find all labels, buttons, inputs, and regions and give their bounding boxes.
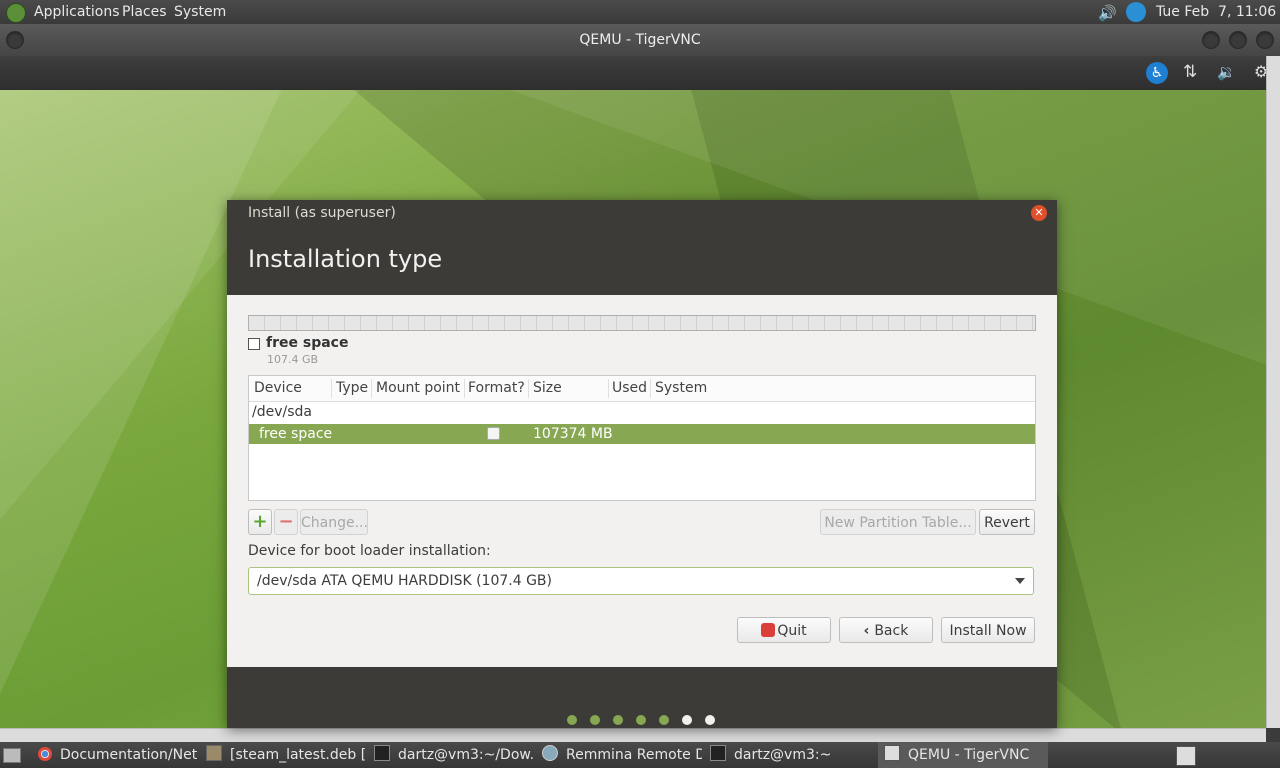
accessibility-icon[interactable]: ♿ — [1146, 62, 1168, 84]
show-desktop-icon[interactable] — [3, 748, 21, 763]
row-device: free space — [259, 426, 333, 442]
column-size[interactable]: Size — [533, 380, 562, 396]
table-header: Device Type Mount point Format? Size Use… — [249, 376, 1035, 402]
vscode-icon[interactable] — [1126, 2, 1146, 22]
volume-icon[interactable]: 🔉 — [1217, 63, 1236, 81]
format-checkbox[interactable] — [487, 427, 500, 440]
terminal-icon — [710, 745, 726, 761]
maximize-icon[interactable] — [1229, 31, 1247, 49]
quit-button[interactable]: Quit — [737, 617, 831, 643]
task-label: [steam_latest.deb [... — [230, 747, 366, 763]
horizontal-scrollbar[interactable] — [0, 728, 1266, 743]
task-label: dartz@vm3:~/Dow... — [398, 747, 534, 763]
column-separator — [371, 379, 372, 398]
close-icon[interactable] — [1256, 31, 1274, 49]
column-mount-point[interactable]: Mount point — [376, 380, 460, 396]
installer-dialog: Install (as superuser) ✕ Installation ty… — [227, 200, 1057, 728]
menu-places[interactable]: Places — [122, 4, 167, 20]
revert-button[interactable]: Revert — [979, 509, 1035, 535]
remote-top-bar: ♿ ⇅ 🔉 ⚙ — [0, 56, 1268, 90]
column-separator — [608, 379, 609, 398]
column-type[interactable]: Type — [336, 380, 368, 396]
terminal-icon — [374, 745, 390, 761]
mint-menu-icon[interactable] — [6, 3, 26, 23]
task-label: Documentation/Net... — [60, 747, 198, 763]
page-title: Installation type — [248, 245, 443, 273]
partition-bar — [248, 315, 1036, 331]
vnc-window-titlebar[interactable]: QEMU - TigerVNC — [0, 24, 1280, 56]
power-icon — [761, 623, 776, 637]
row-size: 107374 MB — [533, 426, 613, 442]
column-separator — [650, 379, 651, 398]
dialog-titlebar[interactable]: Install (as superuser) — [227, 200, 1057, 227]
remove-partition-button[interactable]: − — [274, 509, 298, 535]
column-device[interactable]: Device — [254, 380, 302, 396]
table-row[interactable]: /dev/sda — [249, 402, 1035, 423]
new-partition-table-button[interactable]: New Partition Table... — [820, 509, 976, 535]
progress-dot — [705, 715, 715, 725]
column-used[interactable]: Used — [612, 380, 647, 396]
archive-icon — [206, 745, 222, 761]
vnc-window-title: QEMU - TigerVNC — [579, 32, 701, 48]
chrome-icon — [38, 747, 52, 761]
minimize-icon[interactable] — [1202, 31, 1220, 49]
legend-label: free space — [266, 335, 349, 351]
task-label: dartz@vm3:~ — [734, 747, 832, 763]
task-tigervnc[interactable]: QEMU - TigerVNC — [878, 742, 1048, 768]
install-now-button[interactable]: Install Now — [941, 617, 1035, 643]
boot-loader-value: /dev/sda ATA QEMU HARDDISK (107.4 GB) — [257, 573, 552, 589]
table-row-selected[interactable]: free space 107374 MB — [249, 424, 1035, 444]
speaker-icon[interactable]: 🔊 — [1098, 4, 1117, 22]
boot-loader-label: Device for boot loader installation: — [248, 543, 491, 559]
add-partition-button[interactable]: + — [248, 509, 272, 535]
task-chrome[interactable]: Documentation/Net... — [38, 742, 198, 768]
change-button[interactable]: Change... — [300, 509, 368, 535]
progress-dot — [659, 715, 669, 725]
free-space-swatch — [248, 338, 260, 350]
column-system[interactable]: System — [655, 380, 707, 396]
column-separator — [528, 379, 529, 398]
chevron-left-icon: ‹ — [863, 623, 875, 639]
remmina-icon — [542, 745, 558, 761]
column-separator — [464, 379, 465, 398]
progress-dot — [636, 715, 646, 725]
menu-system[interactable]: System — [174, 4, 226, 20]
tigervnc-icon — [884, 745, 900, 761]
progress-dot — [567, 715, 577, 725]
tray-app-icon[interactable] — [1176, 746, 1196, 766]
close-icon[interactable]: ✕ — [1031, 205, 1047, 221]
task-terminal-downloads[interactable]: dartz@vm3:~/Dow... — [374, 742, 534, 768]
back-label: Back — [874, 623, 909, 639]
host-top-panel: Applications Places System 🔊 Tue Feb 7, … — [0, 0, 1280, 24]
back-button[interactable]: ‹ Back — [839, 617, 933, 643]
clock[interactable]: Tue Feb 7, 11:06 AM — [1156, 4, 1280, 20]
boot-loader-select[interactable]: /dev/sda ATA QEMU HARDDISK (107.4 GB) — [248, 567, 1034, 595]
progress-dot — [613, 715, 623, 725]
vertical-scrollbar[interactable] — [1266, 56, 1280, 728]
legend-size: 107.4 GB — [267, 353, 319, 366]
dialog-header: Installation type — [227, 227, 1057, 295]
column-format[interactable]: Format? — [468, 380, 525, 396]
task-label: QEMU - TigerVNC — [908, 747, 1030, 763]
chevron-down-icon — [1015, 578, 1025, 584]
task-archive[interactable]: [steam_latest.deb [... — [206, 742, 366, 768]
task-remmina[interactable]: Remmina Remote D... — [542, 742, 702, 768]
column-separator — [331, 379, 332, 398]
progress-dot — [590, 715, 600, 725]
partition-table[interactable]: Device Type Mount point Format? Size Use… — [248, 375, 1036, 501]
dialog-title: Install (as superuser) — [248, 205, 396, 221]
menu-applications[interactable]: Applications — [34, 4, 120, 20]
network-icon[interactable]: ⇅ — [1183, 62, 1197, 82]
task-label: Remmina Remote D... — [566, 747, 702, 763]
taskbar: Documentation/Net... [steam_latest.deb [… — [0, 742, 1280, 768]
quit-label: Quit — [777, 623, 807, 639]
progress-dot — [682, 715, 692, 725]
row-device: /dev/sda — [252, 404, 312, 420]
task-terminal-home[interactable]: dartz@vm3:~ — [710, 742, 870, 768]
